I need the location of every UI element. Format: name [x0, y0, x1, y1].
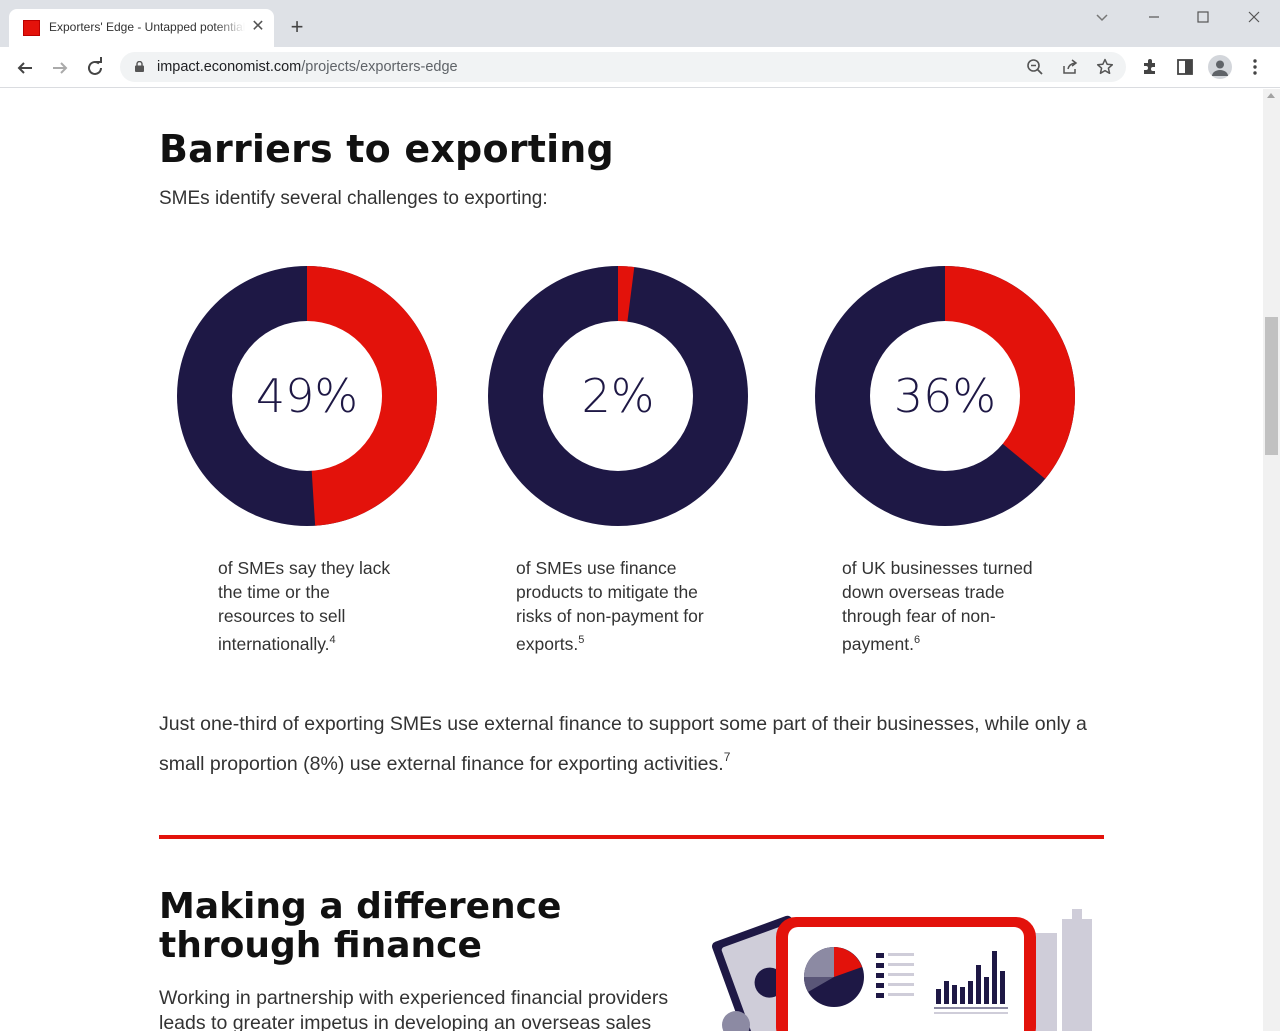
star-icon[interactable]	[1095, 57, 1115, 77]
footnote-ref[interactable]: 6	[914, 634, 920, 646]
donut-stat-3: 36%	[814, 265, 1076, 527]
back-button[interactable]	[12, 55, 38, 81]
stat-value-1: 49%	[255, 369, 359, 423]
new-tab-button[interactable]: +	[286, 16, 308, 38]
url-host: impact.economist.com	[157, 59, 302, 75]
stat-caption-1: of SMEs say they lack the time or the re…	[218, 556, 403, 656]
donut-stat-2: 2%	[487, 265, 749, 527]
more-menu-icon[interactable]	[1245, 57, 1265, 77]
scroll-up-arrow-icon[interactable]	[1267, 93, 1275, 98]
forward-arrow-icon	[53, 62, 68, 74]
stat-value-2: 2%	[581, 369, 655, 423]
stat-caption-3: of UK businesses turned down overseas tr…	[842, 556, 1047, 656]
side-panel-icon[interactable]	[1175, 57, 1195, 77]
profile-icon	[1212, 60, 1228, 76]
lock-icon[interactable]	[135, 61, 144, 72]
url-path: /projects/exporters-edge	[301, 59, 458, 75]
section-2-heading-line-2: through finance	[159, 925, 482, 966]
minimize-button[interactable]	[1143, 6, 1165, 28]
close-window-button[interactable]	[1243, 6, 1265, 28]
stat-value-3: 36%	[893, 369, 997, 423]
footnote-ref[interactable]: 4	[330, 634, 336, 646]
address-bar[interactable]: impact.economist.com/projects/exporters-…	[120, 52, 1126, 82]
tab-search-icon[interactable]	[1091, 6, 1113, 28]
section-2-paragraph: Working in partnership with experienced …	[159, 987, 669, 1031]
extensions-icon[interactable]	[1140, 57, 1160, 77]
section-2-heading: Making a difference through finance	[159, 887, 561, 965]
footnote-ref[interactable]: 7	[724, 750, 731, 764]
tablet-dashboard-icon	[712, 909, 1092, 1031]
stat-caption-text: of SMEs say they lack the time or the re…	[218, 558, 391, 654]
donut-stat-1: 49%	[176, 265, 438, 527]
maximize-button[interactable]	[1192, 6, 1214, 28]
tab-title: Exporters' Edge - Untapped potential	[49, 20, 245, 34]
tab-strip: Exporters' Edge - Untapped potential ✕ +	[0, 0, 1280, 47]
footnote-ref[interactable]: 5	[578, 634, 584, 646]
section-heading: Barriers to exporting	[159, 127, 614, 171]
browser-tab[interactable]: Exporters' Edge - Untapped potential ✕	[9, 9, 274, 47]
forward-button[interactable]	[47, 55, 73, 81]
browser-toolbar: impact.economist.com/projects/exporters-…	[0, 47, 1280, 88]
favicon-icon	[23, 20, 40, 36]
section-2-heading-line-1: Making a difference	[159, 886, 562, 927]
close-tab-icon[interactable]: ✕	[249, 18, 267, 36]
zoom-out-icon[interactable]	[1025, 57, 1045, 77]
back-arrow-icon	[17, 62, 32, 74]
profile-avatar[interactable]	[1208, 55, 1232, 79]
section-divider	[159, 835, 1104, 839]
page-content: Barriers to exporting SMEs identify seve…	[0, 89, 1263, 1031]
body-paragraph: Just one-third of exporting SMEs use ext…	[159, 708, 1109, 781]
share-icon[interactable]	[1060, 57, 1080, 77]
scroll-thumb[interactable]	[1265, 317, 1278, 455]
stat-caption-text: of UK businesses turned down overseas tr…	[842, 558, 1033, 654]
reload-button[interactable]	[82, 55, 108, 81]
intro-text: SMEs identify several challenges to expo…	[159, 188, 548, 209]
paragraph-text: Just one-third of exporting SMEs use ext…	[159, 713, 1087, 775]
page-scrollbar[interactable]	[1263, 89, 1280, 1031]
url-text[interactable]: impact.economist.com/projects/exporters-…	[157, 59, 458, 75]
stat-caption-2: of SMEs use finance products to mitigate…	[516, 556, 721, 656]
stat-caption-text: of SMEs use finance products to mitigate…	[516, 558, 704, 654]
reload-icon	[88, 57, 102, 75]
